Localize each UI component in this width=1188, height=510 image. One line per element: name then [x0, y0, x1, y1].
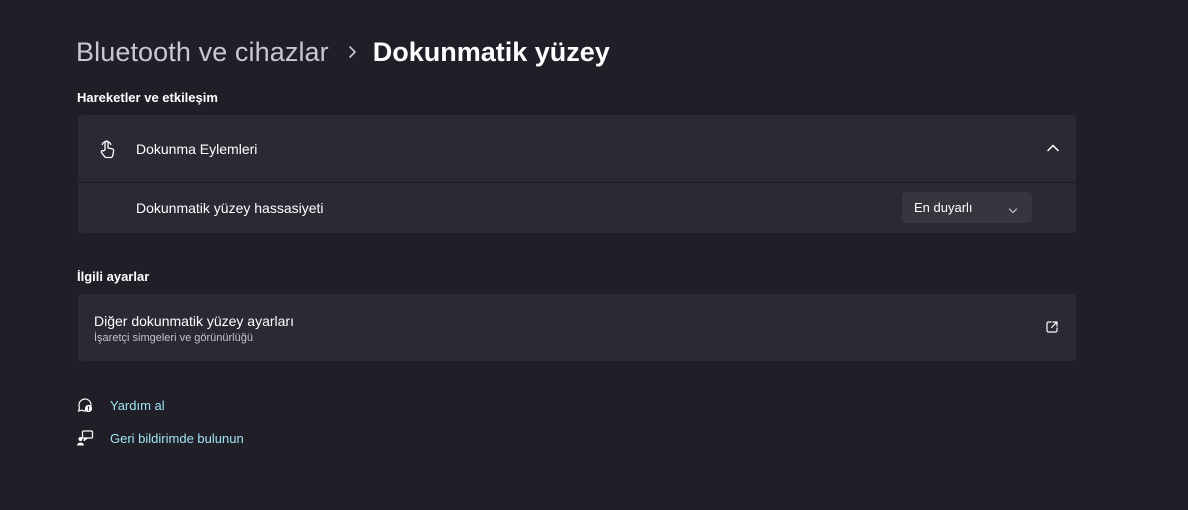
chevron-up-icon[interactable]: [1046, 141, 1060, 155]
other-touchpad-settings-subtitle: İşaretçi simgeleri ve görünürlüğü: [94, 332, 253, 344]
breadcrumb: Bluetooth ve cihazlar Dokunmatik yüzey: [76, 34, 610, 70]
tap-actions-label: Dokunma Eylemleri: [136, 141, 258, 157]
feedback-link-row[interactable]: Geri bildirimde bulunun: [76, 428, 244, 448]
chevron-right-icon: [347, 45, 357, 59]
sensitivity-selected-value: En duyarlı: [914, 200, 973, 215]
feedback-link[interactable]: Geri bildirimde bulunun: [110, 431, 244, 446]
help-link-row[interactable]: Yardım al: [76, 395, 165, 415]
sensitivity-row: Dokunmatik yüzey hassasiyeti En duyarlı: [78, 183, 1076, 233]
section-title-related: İlgili ayarlar: [77, 269, 150, 284]
external-link-icon: [1045, 320, 1059, 334]
page-title: Dokunmatik yüzey: [372, 36, 610, 67]
section-title-gestures: Hareketler ve etkileşim: [77, 90, 218, 105]
settings-page: Bluetooth ve cihazlar Dokunmatik yüzey H…: [0, 0, 1188, 510]
tap-actions-expander[interactable]: Dokunma Eylemleri: [78, 115, 1076, 183]
other-touchpad-settings-card[interactable]: Diğer dokunmatik yüzey ayarları İşaretçi…: [78, 294, 1076, 361]
help-chat-icon: [76, 396, 94, 414]
sensitivity-dropdown[interactable]: En duyarlı: [902, 192, 1032, 223]
tap-actions-card: Dokunma Eylemleri Dokunmatik yüzey hassa…: [78, 115, 1076, 233]
breadcrumb-parent[interactable]: Bluetooth ve cihazlar: [76, 37, 329, 68]
sensitivity-label: Dokunmatik yüzey hassasiyeti: [136, 200, 324, 216]
chevron-down-icon: [1008, 203, 1018, 214]
touch-hand-icon: [96, 138, 118, 160]
other-touchpad-settings-title: Diğer dokunmatik yüzey ayarları: [94, 313, 294, 329]
feedback-icon: [76, 429, 94, 447]
help-link[interactable]: Yardım al: [110, 398, 165, 413]
